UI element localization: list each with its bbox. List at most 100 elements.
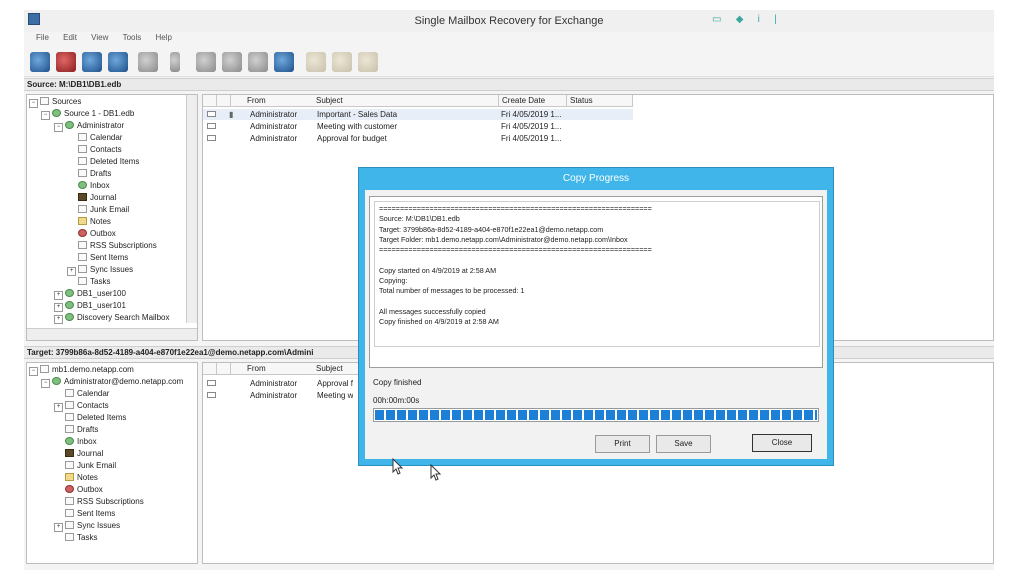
info-icon[interactable]: i bbox=[758, 14, 760, 25]
log-line: Total number of messages to be processed… bbox=[379, 286, 525, 296]
app-icon bbox=[28, 13, 40, 25]
export-icon[interactable] bbox=[138, 52, 158, 72]
attachment-icon: ▮ bbox=[229, 110, 234, 119]
tree-item-sync-issues[interactable]: + Sync Issues bbox=[54, 520, 120, 532]
tree-item-junk-email[interactable]: Junk Email bbox=[78, 204, 129, 216]
col-status[interactable]: Status bbox=[567, 95, 633, 107]
menu-tools[interactable]: Tools bbox=[123, 33, 142, 42]
tree-item-journal[interactable]: Journal bbox=[65, 448, 103, 460]
tree-item-discovery[interactable]: + Discovery Search Mailbox bbox=[54, 312, 169, 324]
row-date: Fri 4/05/2019 1... bbox=[501, 134, 562, 143]
tree-item-rss[interactable]: RSS Subscriptions bbox=[65, 496, 144, 508]
tree-item-tasks[interactable]: Tasks bbox=[65, 532, 97, 544]
tree-item-sync-issues[interactable]: + Sync Issues bbox=[67, 264, 133, 276]
elapsed-time: 00h:00m:00s bbox=[373, 396, 420, 405]
log-line: Source: M:\DB1\DB1.edb bbox=[379, 214, 460, 224]
title-bar: Single Mailbox Recovery for Exchange bbox=[24, 10, 994, 32]
col-from[interactable]: From bbox=[231, 95, 318, 107]
mailbox-icon bbox=[52, 377, 61, 385]
network-icon[interactable]: ◆ bbox=[736, 14, 744, 25]
tree-item-tasks[interactable]: Tasks bbox=[78, 276, 110, 288]
mailbox-icon bbox=[65, 121, 74, 129]
tree-item-sent-items[interactable]: Sent Items bbox=[65, 508, 115, 520]
mouse-cursor-icon bbox=[392, 458, 404, 475]
tree-item-junk-email[interactable]: Junk Email bbox=[65, 460, 116, 472]
tree-item-inbox[interactable]: Inbox bbox=[65, 436, 97, 448]
open-mailbox-icon[interactable] bbox=[108, 52, 128, 72]
tree-item-notes[interactable]: Notes bbox=[65, 472, 98, 484]
window-title: Single Mailbox Recovery for Exchange bbox=[414, 15, 604, 27]
title-bar-icons: ▭ ◆ i | bbox=[712, 14, 789, 25]
tree-item-administrator[interactable]: − Administrator bbox=[54, 120, 124, 132]
log-line: Target Folder: mb1.demo.netapp.com\Admin… bbox=[379, 234, 628, 244]
tree-item-notes[interactable]: Notes bbox=[78, 216, 111, 228]
source-tree-scrollbar[interactable] bbox=[186, 95, 197, 323]
junk-icon bbox=[65, 461, 74, 469]
copy-icon[interactable] bbox=[306, 52, 326, 72]
save-button[interactable]: Save bbox=[656, 435, 711, 453]
rss-icon bbox=[65, 497, 74, 505]
mailbox-icon bbox=[65, 289, 74, 297]
tree-item-contacts[interactable]: Contacts bbox=[78, 144, 122, 156]
tree-item-sources[interactable]: − Sources bbox=[29, 96, 81, 108]
menu-help[interactable]: Help bbox=[156, 33, 172, 42]
row-subject: Approval f bbox=[317, 379, 354, 388]
row-subject: Important - Sales Data bbox=[317, 110, 398, 119]
notes-icon bbox=[78, 217, 87, 225]
col-type[interactable] bbox=[203, 95, 217, 107]
restore-icon[interactable] bbox=[196, 52, 216, 72]
tree-item-contacts[interactable]: + Contacts bbox=[54, 400, 109, 412]
users-icon[interactable] bbox=[358, 52, 378, 72]
add-source-icon[interactable] bbox=[30, 52, 50, 72]
tree-item-inbox[interactable]: Inbox bbox=[78, 180, 110, 192]
tree-item-rss[interactable]: RSS Subscriptions bbox=[78, 240, 157, 252]
copy-progress-bar bbox=[373, 408, 819, 422]
source-tree-hscrollbar[interactable] bbox=[27, 328, 197, 340]
tree-item-journal[interactable]: Journal bbox=[78, 192, 116, 204]
tree-item-drafts[interactable]: Drafts bbox=[65, 424, 98, 436]
source-tree: − Sources − Source 1 - DB1.edb − Administra… bbox=[26, 94, 198, 341]
menu-edit[interactable]: Edit bbox=[63, 33, 77, 42]
envelope-icon bbox=[207, 392, 216, 398]
bottle-icon[interactable] bbox=[170, 52, 180, 72]
mailbox-icon bbox=[65, 301, 74, 309]
pin-icon[interactable]: | bbox=[774, 14, 777, 25]
log-line: ========================================… bbox=[379, 245, 652, 255]
col-from[interactable]: From bbox=[231, 363, 318, 375]
journal-icon bbox=[78, 193, 87, 201]
find-icon[interactable] bbox=[332, 52, 352, 72]
col-attachment[interactable] bbox=[217, 95, 231, 107]
col-subject[interactable]: Subject bbox=[313, 95, 499, 107]
col-attachment[interactable] bbox=[217, 363, 231, 375]
tree-item-calendar[interactable]: Calendar bbox=[78, 132, 122, 144]
keyboard-icon[interactable]: ▭ bbox=[712, 14, 721, 25]
col-create-date[interactable]: Create Date bbox=[499, 95, 567, 107]
sources-icon bbox=[40, 97, 49, 105]
menu-file[interactable]: File bbox=[36, 33, 49, 42]
tree-item-deleted-items[interactable]: Deleted Items bbox=[78, 156, 139, 168]
add-target-icon[interactable] bbox=[82, 52, 102, 72]
tree-item-outbox[interactable]: Outbox bbox=[65, 484, 103, 496]
print-button[interactable]: Print bbox=[595, 435, 650, 453]
tree-item-admin-target[interactable]: − Administrator@demo.netapp.com bbox=[41, 376, 183, 388]
tree-item-mb1[interactable]: − mb1.demo.netapp.com bbox=[29, 364, 134, 376]
close-button[interactable]: Close bbox=[752, 434, 812, 452]
search-icon[interactable] bbox=[222, 52, 242, 72]
copy-log-box[interactable]: ========================================… bbox=[369, 196, 823, 368]
tree-item-source1[interactable]: − Source 1 - DB1.edb bbox=[41, 108, 134, 120]
book-icon[interactable] bbox=[274, 52, 294, 72]
tree-item-deleted-items[interactable]: Deleted Items bbox=[65, 412, 126, 424]
tree-item-calendar[interactable]: Calendar bbox=[65, 388, 109, 400]
tree-item-outbox[interactable]: Outbox bbox=[78, 228, 116, 240]
menu-view[interactable]: View bbox=[91, 33, 108, 42]
col-type[interactable] bbox=[203, 363, 217, 375]
sent-icon bbox=[78, 253, 87, 261]
remove-source-icon[interactable] bbox=[56, 52, 76, 72]
document-icon[interactable] bbox=[248, 52, 268, 72]
tree-item-sent-items[interactable]: Sent Items bbox=[78, 252, 128, 264]
tree-item-db1-user100[interactable]: + DB1_user100 bbox=[54, 288, 126, 300]
tree-item-drafts[interactable]: Drafts bbox=[78, 168, 111, 180]
tree-item-db1-user101[interactable]: + DB1_user101 bbox=[54, 300, 126, 312]
dialog-body: ========================================… bbox=[365, 190, 827, 459]
